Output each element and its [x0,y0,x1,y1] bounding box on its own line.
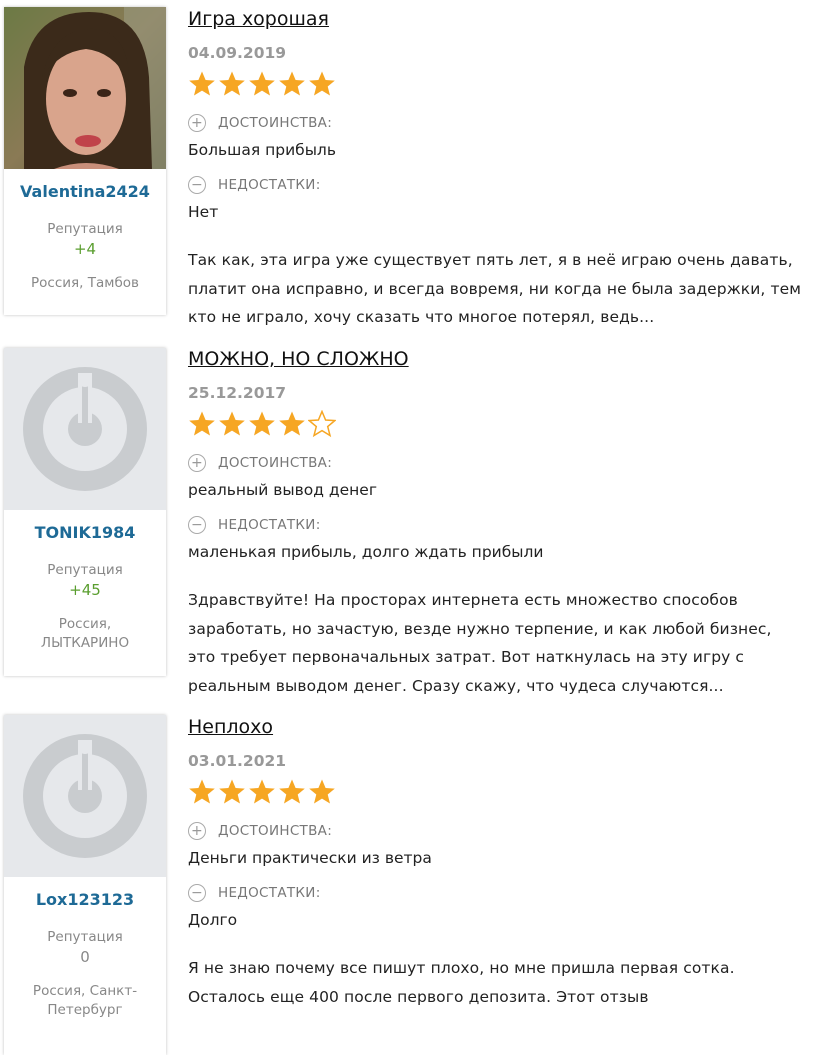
star-filled-icon [309,779,335,804]
plus-circle-icon: + [188,454,206,472]
star-filled-icon [189,71,215,96]
pros-label-text: ДОСТОИНСТВА: [218,455,333,471]
star-filled-icon [189,411,215,436]
reputation-label: Репутация [47,929,123,945]
username[interactable]: TONIK1984 [4,523,166,542]
reputation-label: Репутация [47,221,123,237]
star-filled-icon [279,71,305,96]
star-filled-icon [279,779,305,804]
cons-text: маленькая прибыль, долго ждать прибыли [188,543,544,561]
review-date: 04.09.2019 [188,44,287,62]
rating-stars [188,70,824,100]
plus-circle-icon: + [188,114,206,132]
star-filled-icon [249,779,275,804]
review-body: Так как, эта игра уже существует пять ле… [188,251,802,326]
pros-label: + ДОСТОИНСТВА: [188,452,824,474]
minus-circle-icon: − [188,176,206,194]
review-content: МОЖНО, НО СЛОЖНО 25.12.2017 + ДОСТОИНСТВ… [188,347,824,700]
cons-label: − НЕДОСТАТКИ: [188,514,824,536]
reputation-label: Репутация [47,562,123,578]
rating-stars [188,778,824,808]
cons-label: − НЕДОСТАТКИ: [188,174,824,196]
reputation-value: 0 [80,948,90,966]
review-body: Я не знаю почему все пишут плохо, но мне… [188,959,735,1006]
review-title-link[interactable]: МОЖНО, НО СЛОЖНО [188,347,824,371]
pros-text: Большая прибыль [188,141,336,159]
user-card: TONIK1984 Репутация +45 Россия, ЛЫТКАРИН… [4,348,166,676]
review-date: 03.01.2021 [188,752,287,770]
pros-label-text: ДОСТОИНСТВА: [218,823,333,839]
pros-text: реальный вывод денег [188,481,377,499]
star-filled-icon [219,411,245,436]
username[interactable]: Valentina2424 [4,182,166,201]
minus-circle-icon: − [188,516,206,534]
review-date: 25.12.2017 [188,384,287,402]
rating-stars [188,410,824,440]
user-avatar-photo[interactable] [4,7,166,169]
cons-label-text: НЕДОСТАТКИ: [218,885,321,901]
star-filled-icon [309,71,335,96]
pros-label-text: ДОСТОИНСТВА: [218,115,333,131]
review-title-link[interactable]: Неплохо [188,715,824,739]
star-filled-icon [249,71,275,96]
reputation-value: +45 [69,581,101,599]
cons-label: − НЕДОСТАТКИ: [188,882,824,904]
user-location: Россия, Санкт-Петербург [32,983,138,1018]
review-body: Здравствуйте! На просторах интернета ест… [188,591,772,695]
user-card: Lox123123 Репутация 0 Россия, Санкт-Пете… [4,715,166,1055]
pros-label: + ДОСТОИНСТВА: [188,112,824,134]
star-filled-icon [249,411,275,436]
review-content: Игра хорошая 04.09.2019 + ДОСТОИНСТВА: Б… [188,7,824,332]
star-filled-icon [219,71,245,96]
star-filled-icon [279,411,305,436]
review-title-link[interactable]: Игра хорошая [188,7,824,31]
review-content: Неплохо 03.01.2021 + ДОСТОИНСТВА: Деньги… [188,715,824,1011]
cons-text: Нет [188,203,219,221]
default-avatar-icon[interactable] [4,348,166,510]
username[interactable]: Lox123123 [4,890,166,909]
user-location: Россия, Тамбов [31,275,139,291]
star-filled-icon [219,779,245,804]
star-filled-icon [189,779,215,804]
user-location: Россия, ЛЫТКАРИНО [40,616,130,651]
minus-circle-icon: − [188,884,206,902]
star-empty-icon [308,410,336,438]
cons-label-text: НЕДОСТАТКИ: [218,517,321,533]
cons-label-text: НЕДОСТАТКИ: [218,177,321,193]
user-card: Valentina2424 Репутация +4 Россия, Тамбо… [4,7,166,315]
pros-text: Деньги практически из ветра [188,849,432,867]
default-avatar-icon[interactable] [4,715,166,877]
pros-label: + ДОСТОИНСТВА: [188,820,824,842]
cons-text: Долго [188,911,238,929]
plus-circle-icon: + [188,822,206,840]
reputation-value: +4 [73,240,97,258]
